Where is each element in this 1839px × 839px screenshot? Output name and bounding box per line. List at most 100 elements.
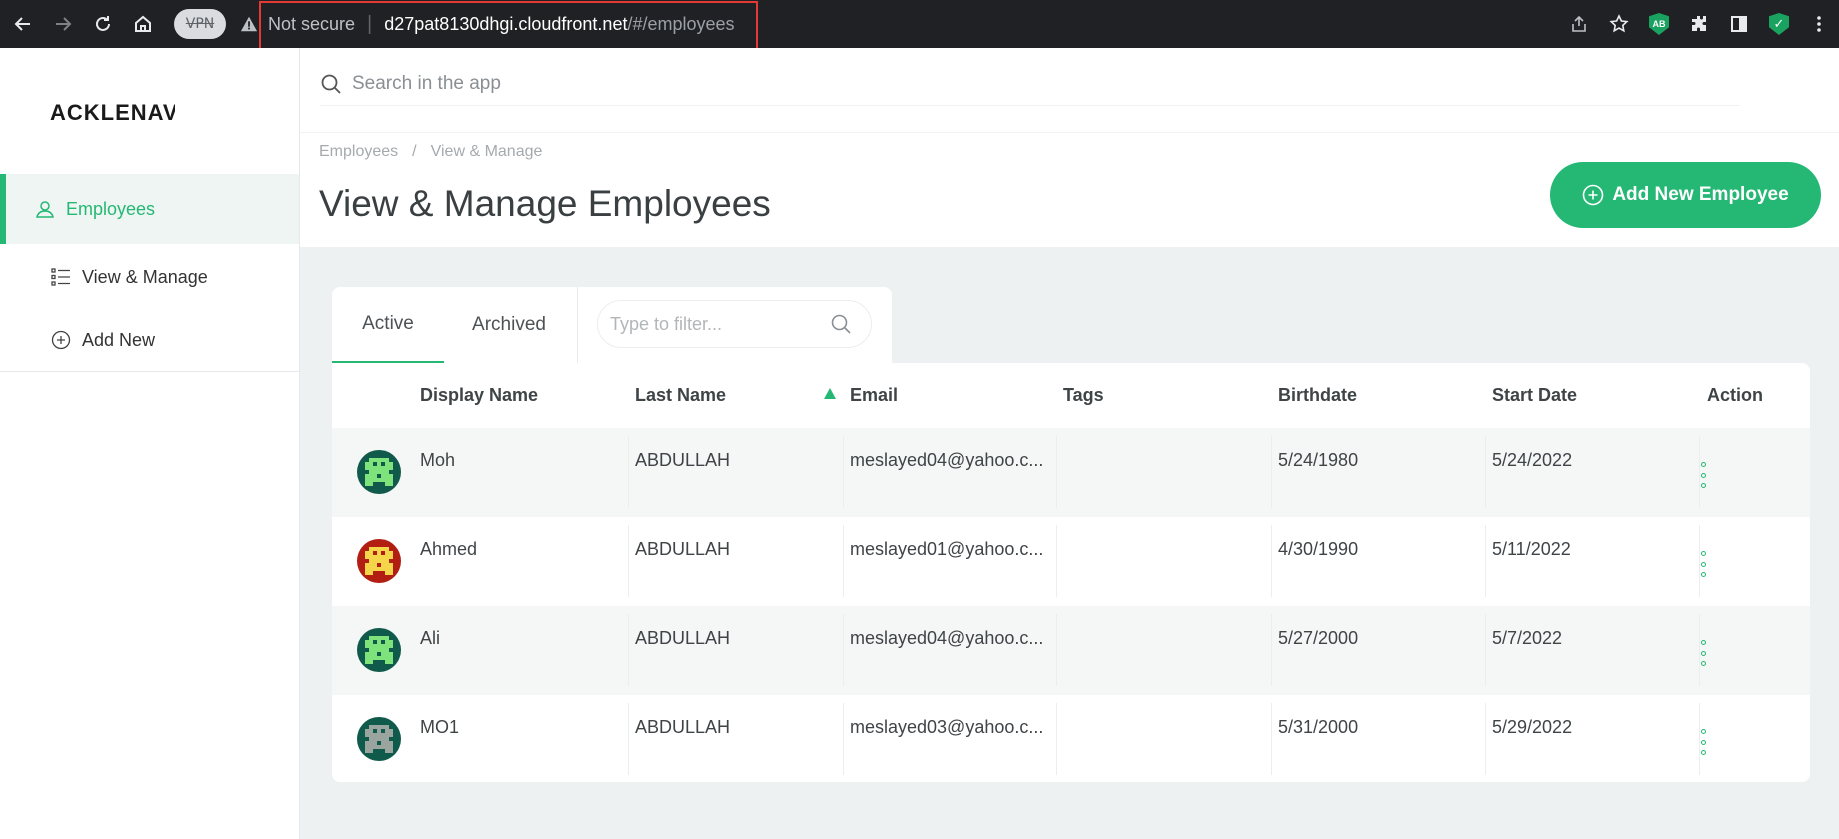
cell-start-date: 5/11/2022 <box>1492 539 1571 559</box>
home-button[interactable] <box>126 7 160 41</box>
back-button[interactable] <box>6 7 40 41</box>
extensions-button[interactable] <box>1679 4 1719 44</box>
tab-active[interactable]: Active <box>332 287 444 363</box>
list-icon <box>50 266 72 288</box>
top-bar <box>300 48 1839 132</box>
cell-birthdate: 4/30/1990 <box>1278 539 1359 559</box>
column-divider <box>628 525 629 597</box>
cell-email: meslayed01@yahoo.c... <box>850 539 1044 559</box>
avatar[interactable] <box>357 717 401 761</box>
side-panel-button[interactable] <box>1719 4 1759 44</box>
cell-email: meslayed03@yahoo.c... <box>850 717 1044 737</box>
column-divider <box>1271 703 1272 775</box>
breadcrumb-item-employees[interactable]: Employees <box>319 143 398 161</box>
breadcrumb: Employees / View & Manage <box>319 143 542 161</box>
row-actions-menu-icon[interactable] <box>1696 640 1710 666</box>
address-bar[interactable]: Not secure | d27pat8130dhgi.cloudfront.n… <box>232 4 1626 44</box>
side-panel-icon <box>1731 16 1747 32</box>
column-divider <box>1485 525 1486 597</box>
plus-circle-icon <box>1583 184 1604 206</box>
filter-box <box>597 300 872 348</box>
sidebar-item-add-new[interactable]: Add New <box>0 315 299 365</box>
sidebar-item-label: Employees <box>66 198 156 219</box>
row-actions-menu-icon[interactable] <box>1696 729 1710 755</box>
cell-last-name: ABDULLAH <box>635 628 731 648</box>
browser-menu-button[interactable] <box>1799 4 1839 44</box>
column-divider <box>1056 436 1057 508</box>
cell-start-date: 5/29/2022 <box>1492 717 1573 737</box>
column-header-email[interactable]: Email <box>850 385 898 406</box>
table-row[interactable]: Ali ABDULLAH meslayed04@yahoo.c... 5/27/200… <box>332 606 1810 695</box>
cell-email: meslayed04@yahoo.c... <box>850 628 1044 648</box>
cell-start-date: 5/24/2022 <box>1492 450 1573 470</box>
column-divider <box>1271 614 1272 686</box>
reload-icon <box>96 16 110 31</box>
column-header-start-date[interactable]: Start Date <box>1492 385 1577 406</box>
column-divider <box>1056 703 1057 775</box>
sidebar-item-label: Add New <box>82 329 156 350</box>
breadcrumb-item-view-manage[interactable]: View & Manage <box>431 143 543 161</box>
sort-ascending-icon[interactable] <box>824 388 836 399</box>
avatar[interactable] <box>357 450 401 494</box>
column-divider <box>1056 525 1057 597</box>
filter-input[interactable] <box>610 313 830 335</box>
column-divider <box>843 614 844 686</box>
bookmark-button[interactable] <box>1599 4 1639 44</box>
cell-display-name: MO1 <box>420 717 460 737</box>
forward-button[interactable] <box>46 7 80 41</box>
add-new-employee-label: Add New Employee <box>1612 184 1789 205</box>
cell-start-date: 5/7/2022 <box>1492 628 1563 648</box>
user-icon <box>34 198 56 220</box>
cell-display-name: Moh <box>420 450 456 470</box>
puzzle-icon <box>1692 16 1706 31</box>
search-icon <box>321 74 341 94</box>
tab-divider <box>577 287 578 363</box>
add-new-employee-button[interactable]: Add New Employee <box>1550 162 1821 228</box>
breadcrumb-separator: / <box>412 143 417 160</box>
avatar[interactable] <box>357 628 401 672</box>
row-actions-menu-icon[interactable] <box>1696 551 1710 577</box>
sidebar-item-view-manage[interactable]: View & Manage <box>0 252 299 302</box>
column-divider <box>628 436 629 508</box>
column-header-birthdate[interactable]: Birthdate <box>1278 385 1357 406</box>
sidebar-item-employees[interactable]: Employees <box>0 174 299 244</box>
shield-check-icon: ✓ <box>1769 13 1789 35</box>
reload-button[interactable] <box>86 7 120 41</box>
search-icon[interactable] <box>830 313 852 335</box>
browser-actions: AB ✓ <box>1559 0 1839 48</box>
cell-last-name: ABDULLAH <box>635 450 731 470</box>
logo[interactable]: ACKLENAVE <box>50 100 175 126</box>
vpn-badge[interactable]: VPN <box>174 9 226 39</box>
column-divider <box>1271 525 1272 597</box>
sidebar-divider <box>0 371 299 372</box>
column-header-tags[interactable]: Tags <box>1063 385 1104 406</box>
employees-table: Display Name Last Name Email Tags Birthd… <box>332 363 1810 782</box>
search-input[interactable] <box>352 72 1252 95</box>
cell-display-name: Ahmed <box>420 539 478 559</box>
column-divider <box>1056 614 1057 686</box>
content-area: Active Archived Display Name Last Name E… <box>300 247 1839 839</box>
security-extension-button[interactable]: ✓ <box>1759 4 1799 44</box>
table-row[interactable]: Moh ABDULLAH meslayed04@yahoo.c... 5/24/198… <box>332 428 1810 517</box>
arrow-left-icon <box>14 17 30 31</box>
share-icon <box>1572 15 1586 32</box>
tab-archived[interactable]: Archived <box>444 287 574 363</box>
page-header: Employees / View & Manage View & Manage … <box>300 132 1839 247</box>
warning-icon <box>240 16 258 32</box>
extension-ab-button[interactable]: AB <box>1639 4 1679 44</box>
plus-circle-icon <box>50 329 72 351</box>
sidebar: ACKLENAVE Employees View & Manage Add Ne… <box>0 48 300 839</box>
avatar[interactable] <box>357 539 401 583</box>
share-button[interactable] <box>1559 4 1599 44</box>
table-row[interactable]: Ahmed ABDULLAH meslayed01@yahoo.c... 4/30/1… <box>332 517 1810 606</box>
row-actions-menu-icon[interactable] <box>1696 462 1710 488</box>
column-divider <box>1485 703 1486 775</box>
cell-email: meslayed04@yahoo.c... <box>850 450 1044 470</box>
column-header-last-name[interactable]: Last Name <box>635 385 726 406</box>
column-divider <box>628 703 629 775</box>
table-row[interactable]: MO1 ABDULLAH meslayed03@yahoo.c... 5/31/200… <box>332 695 1810 782</box>
ab-extension-icon: AB <box>1649 13 1669 35</box>
column-header-display-name[interactable]: Display Name <box>420 385 538 406</box>
url-host: d27pat8130dhgi.cloudfront.net <box>384 13 628 34</box>
address-separator: | <box>367 12 373 35</box>
